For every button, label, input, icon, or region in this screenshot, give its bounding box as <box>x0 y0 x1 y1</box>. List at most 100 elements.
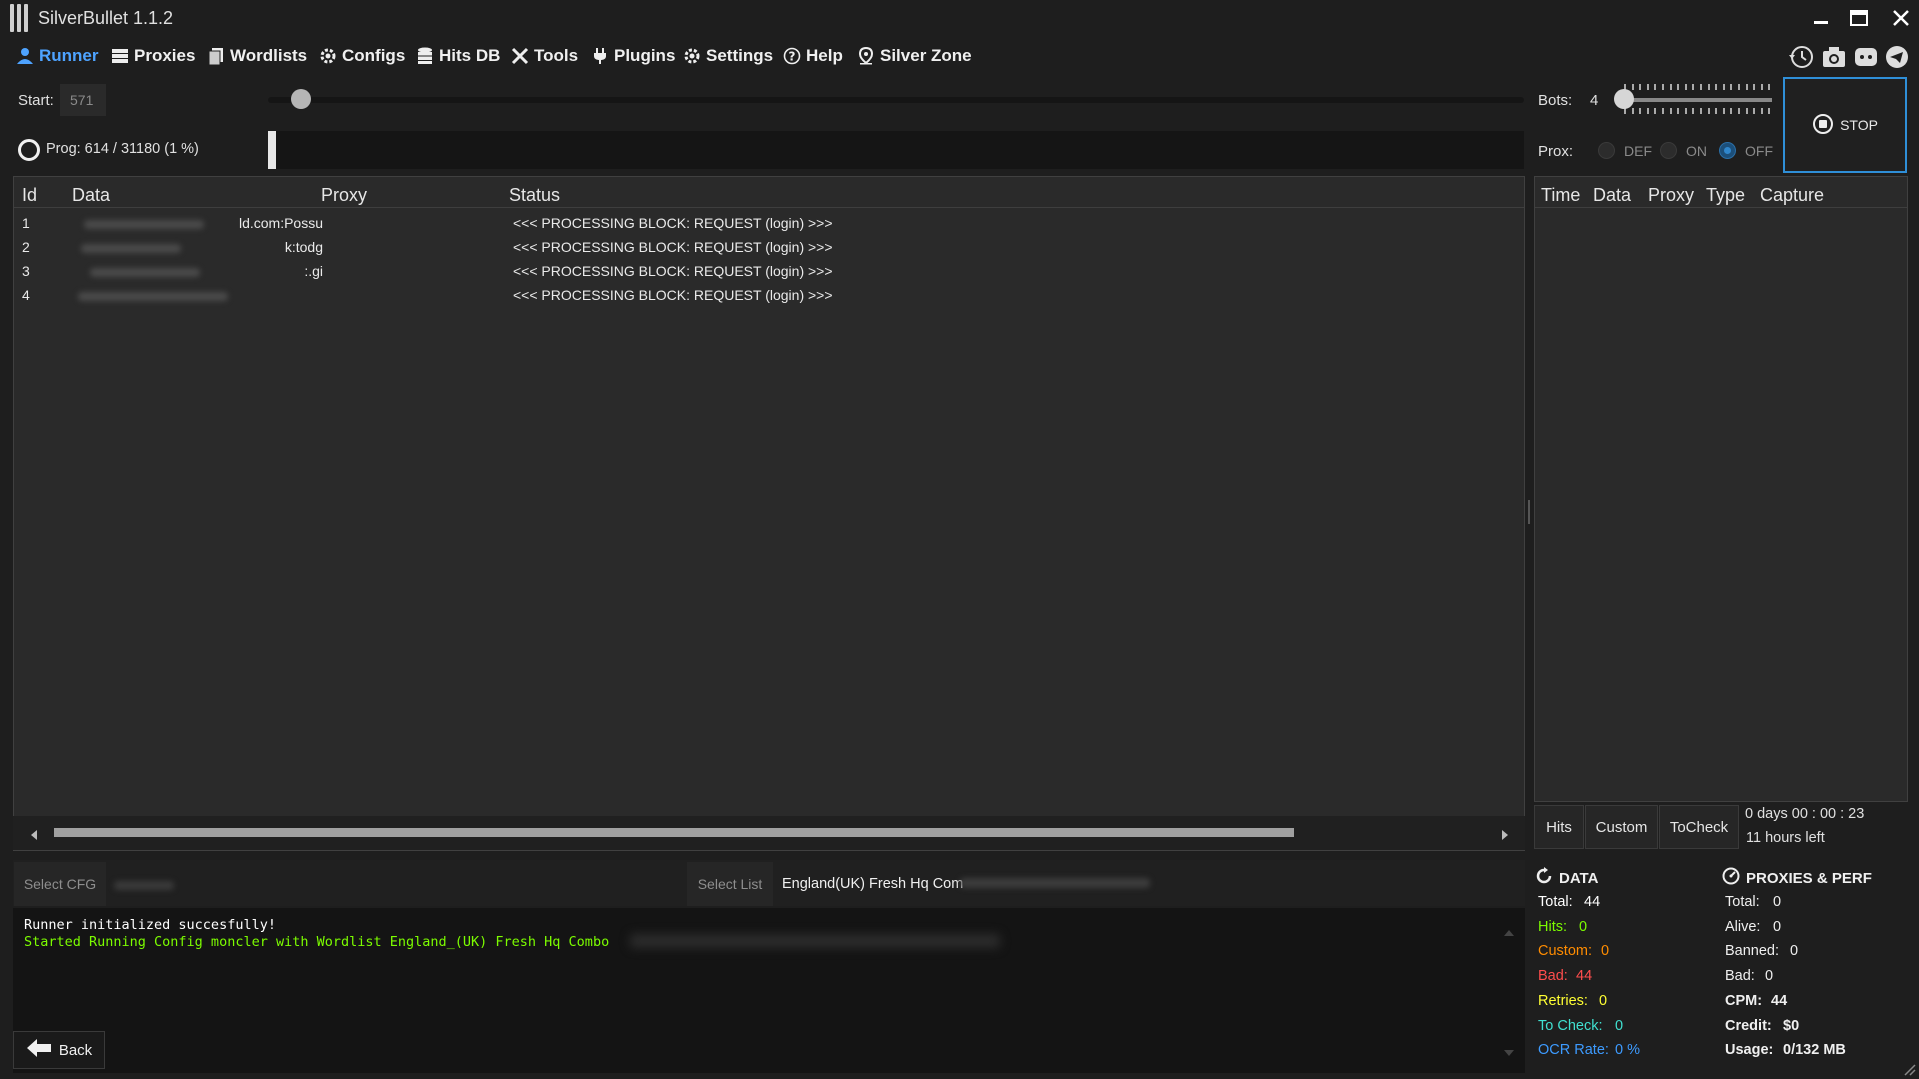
nav-hits-db[interactable]: Hits DB <box>416 44 500 68</box>
wordlist-name[interactable]: England(UK) Fresh Hq Com <box>782 876 963 892</box>
telegram-icon[interactable] <box>1883 44 1911 70</box>
proxy-stat-value: $0 <box>1783 1017 1800 1034</box>
table-row[interactable]: 3 :.gi <<< PROCESSING BLOCK: REQUEST (lo… <box>14 261 1524 283</box>
col-header-status[interactable]: Status <box>509 185 560 206</box>
bots-slider-track[interactable] <box>1622 98 1772 102</box>
back-button[interactable]: Back <box>13 1031 105 1069</box>
row-id: 1 <box>22 215 30 231</box>
user-icon <box>16 47 34 65</box>
col-header-id[interactable]: Id <box>22 185 37 206</box>
prox-off-label: OFF <box>1745 143 1773 159</box>
scroll-left-icon[interactable] <box>29 828 39 845</box>
select-cfg-button[interactable]: Select CFG <box>14 862 106 906</box>
history-icon[interactable] <box>1787 44 1815 70</box>
table-row[interactable]: 1 ld.com:Possu <<< PROCESSING BLOCK: REQ… <box>14 213 1524 235</box>
resize-grip-icon[interactable] <box>1902 1062 1916 1079</box>
table-row[interactable]: 4 <<< PROCESSING BLOCK: REQUEST (login) … <box>14 285 1524 307</box>
data-stat-value: 44 <box>1576 968 1593 985</box>
proxy-stat-value: 0 <box>1773 918 1782 935</box>
camera-icon[interactable] <box>1820 44 1848 70</box>
start-label: Start: <box>18 92 54 109</box>
server-icon <box>111 47 129 65</box>
proxy-stat-value: 0 <box>1773 894 1782 910</box>
prox-radio-on[interactable] <box>1660 142 1677 159</box>
main-nav: Runner Proxies Wordlists Configs Hits DB… <box>0 38 1919 74</box>
start-input[interactable]: 571 <box>60 84 106 116</box>
nav-silver-zone[interactable]: Silver Zone <box>857 44 972 68</box>
data-stat-label: Hits: <box>1538 918 1567 935</box>
stop-button[interactable]: STOP <box>1783 77 1907 173</box>
proxy-stat-label: Bad: <box>1725 968 1755 985</box>
data-stat-value: 0 <box>1599 992 1608 1009</box>
discord-icon[interactable] <box>1852 44 1880 70</box>
minimize-button[interactable] <box>1806 6 1836 34</box>
progress-circle-icon <box>18 139 40 161</box>
proxy-stat-value: 0 <box>1790 943 1799 960</box>
bots-value: 4 <box>1590 92 1599 109</box>
log-scroll-up-icon[interactable] <box>1503 924 1515 941</box>
data-stat-label: Total: <box>1538 894 1573 910</box>
nav-configs[interactable]: Configs <box>319 44 405 68</box>
tab-tocheck[interactable]: ToCheck <box>1659 805 1739 849</box>
splitter-handle[interactable] <box>1528 500 1530 524</box>
question-icon: ? <box>783 47 801 65</box>
config-name-field[interactable] <box>110 872 185 898</box>
proxy-stat-label: CPM: <box>1725 992 1763 1009</box>
proxy-stat-value: 0/132 MB <box>1783 1042 1846 1059</box>
nav-wordlists[interactable]: Wordlists <box>207 44 307 68</box>
row-status: <<< PROCESSING BLOCK: REQUEST (login) >>… <box>513 263 833 279</box>
runner-table: Id Data Proxy Status 1 ld.com:Possu <<< … <box>13 176 1525 851</box>
row-status: <<< PROCESSING BLOCK: REQUEST (login) >>… <box>513 287 833 303</box>
log-line: Started Running Config moncler with Word… <box>24 934 610 950</box>
nav-proxies[interactable]: Proxies <box>111 44 195 68</box>
arrow-left-icon <box>26 1038 52 1062</box>
data-stat-value: 0 % <box>1615 1042 1640 1059</box>
refresh-icon <box>1535 867 1553 889</box>
maximize-button[interactable] <box>1844 6 1874 34</box>
hits-col-capture[interactable]: Capture <box>1760 185 1824 206</box>
proxy-stat-label: Usage: <box>1725 1042 1774 1059</box>
nav-runner[interactable]: Runner <box>16 44 99 68</box>
data-stats-title: DATA <box>1535 867 1598 889</box>
progress-bar-fill <box>268 131 276 169</box>
select-list-button[interactable]: Select List <box>687 862 773 906</box>
bots-label: Bots: <box>1538 92 1573 109</box>
start-slider-thumb[interactable] <box>291 89 311 109</box>
nav-tools[interactable]: Tools <box>511 44 578 68</box>
hits-col-data[interactable]: Data <box>1593 185 1631 206</box>
scroll-right-icon[interactable] <box>1500 828 1510 845</box>
data-stat-value: 0 <box>1579 918 1588 935</box>
log-console: Runner initialized succesfully! Started R… <box>13 908 1525 1073</box>
horizontal-scrollbar-thumb[interactable] <box>54 828 1294 837</box>
svg-text:?: ? <box>789 50 796 64</box>
table-row[interactable]: 2 k:todg <<< PROCESSING BLOCK: REQUEST (… <box>14 237 1524 259</box>
row-status: <<< PROCESSING BLOCK: REQUEST (login) >>… <box>513 239 833 255</box>
nav-settings[interactable]: Settings <box>683 44 773 68</box>
row-data: ld.com:Possu <box>238 215 323 231</box>
tab-hits[interactable]: Hits <box>1534 805 1584 849</box>
gear-icon <box>683 47 701 65</box>
bots-slider-thumb[interactable] <box>1614 89 1634 109</box>
prox-on-label: ON <box>1686 143 1707 159</box>
tab-custom[interactable]: Custom <box>1585 805 1658 849</box>
progress-text: Prog: 614 / 31180 (1 %) <box>46 141 199 157</box>
hits-col-type[interactable]: Type <box>1706 185 1745 206</box>
prox-radio-def[interactable] <box>1598 142 1615 159</box>
gear-icon <box>319 47 337 65</box>
close-button[interactable] <box>1886 6 1916 34</box>
pin-icon <box>857 47 875 65</box>
proxy-stat-value: 44 <box>1771 992 1788 1009</box>
hits-col-proxy[interactable]: Proxy <box>1648 185 1694 206</box>
title-bar: SilverBullet 1.1.2 <box>0 0 1919 38</box>
row-id: 3 <box>22 263 30 279</box>
hits-col-time[interactable]: Time <box>1541 185 1580 206</box>
nav-plugins[interactable]: Plugins <box>591 44 675 68</box>
col-header-data[interactable]: Data <box>72 185 110 206</box>
prox-radio-off[interactable] <box>1719 142 1736 159</box>
start-slider-track[interactable] <box>268 97 1524 103</box>
proxy-stat-label: Alive: <box>1725 918 1761 935</box>
app-title: SilverBullet 1.1.2 <box>38 8 174 28</box>
log-scroll-down-icon[interactable] <box>1503 1044 1515 1061</box>
col-header-proxy[interactable]: Proxy <box>321 185 367 206</box>
nav-help[interactable]: ? Help <box>783 44 843 68</box>
